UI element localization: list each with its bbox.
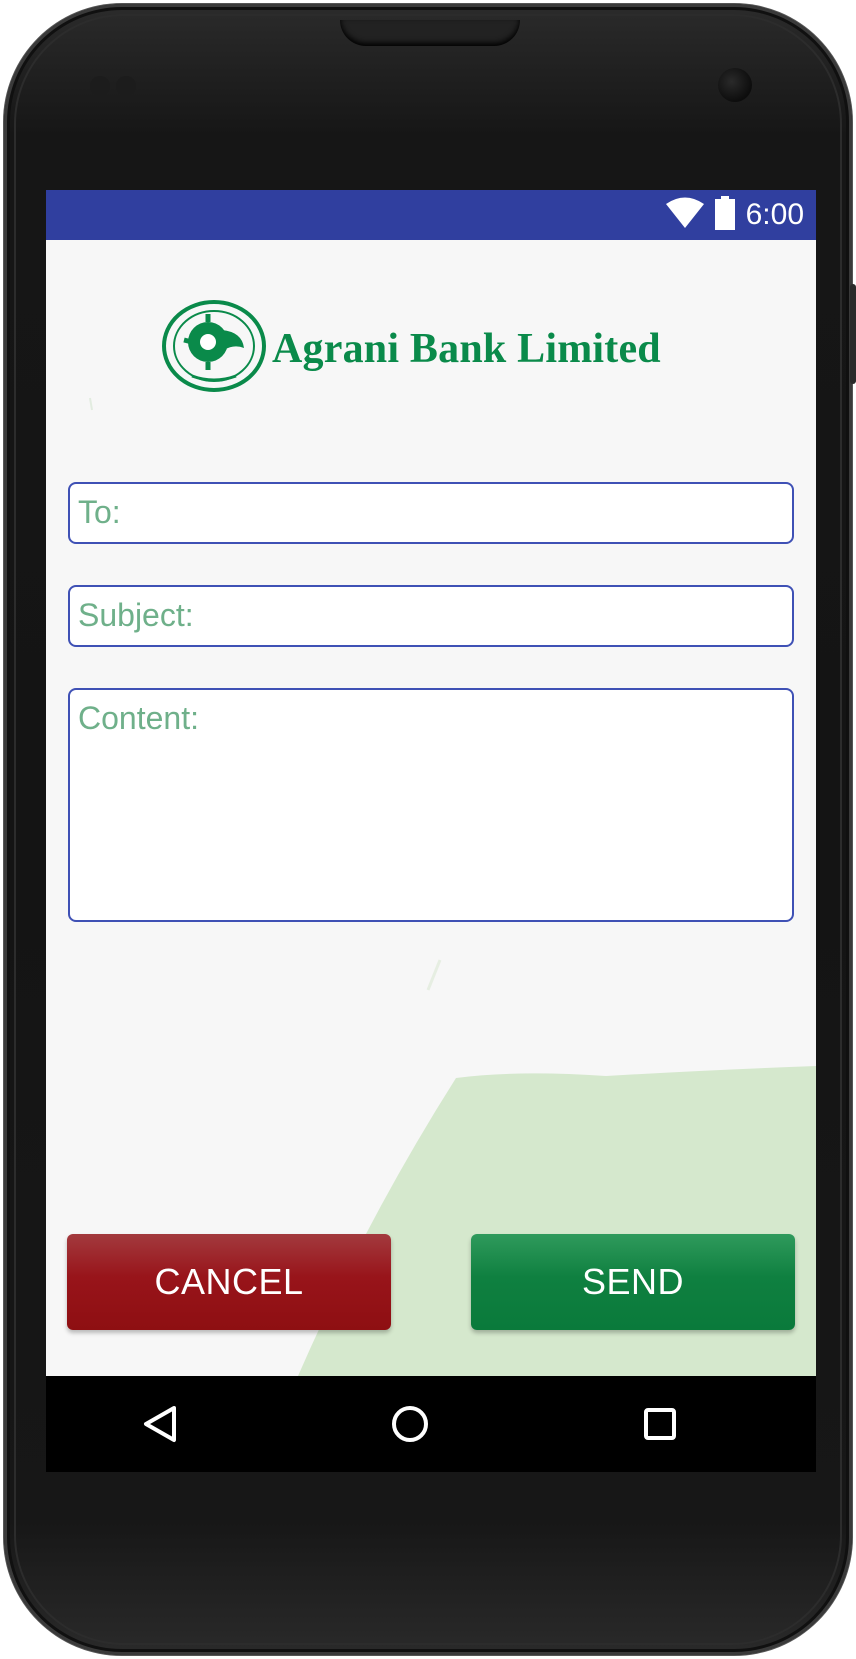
send-button-label: SEND [581,1261,685,1302]
send-button[interactable]: SEND [471,1234,795,1330]
status-bar: 6:00 [46,190,816,240]
cancel-button-label: CANCEL [154,1261,304,1302]
agrani-bank-emblem-icon [162,300,266,397]
compose-mail-screen: Agrani Bank Limited To: Subject: Content… [46,240,816,1376]
back-triangle-icon[interactable] [140,1404,180,1444]
bank-name: Agrani Bank Limited [272,325,661,372]
status-icons: 6:00 [665,190,804,240]
status-time: 6:00 [745,198,804,231]
content-field[interactable]: Content: [68,688,794,922]
front-camera [718,68,752,102]
cancel-button[interactable]: CANCEL [67,1234,391,1330]
subject-field[interactable]: Subject: [68,585,794,647]
device-frame-stage: 6:00 Agrani Bank Limited To: Subject: Co… [0,0,856,1659]
phone-body: 6:00 Agrani Bank Limited To: Subject: Co… [4,4,856,1655]
proximity-sensor [90,76,110,96]
home-circle-icon[interactable] [390,1404,430,1444]
content-placeholder: Content: [78,700,199,736]
to-field[interactable]: To: [68,482,794,544]
wifi-icon [665,197,704,234]
screen: 6:00 Agrani Bank Limited To: Subject: Co… [46,190,816,1472]
to-placeholder: To: [78,494,121,530]
subject-placeholder: Subject: [78,597,194,633]
power-button [850,284,856,384]
recents-square-icon[interactable] [640,1404,680,1444]
battery-icon [714,195,736,235]
navigation-bar [46,1376,816,1472]
bank-logo: Agrani Bank Limited [162,300,661,397]
light-sensor [116,76,136,96]
earpiece-speaker [340,20,520,46]
